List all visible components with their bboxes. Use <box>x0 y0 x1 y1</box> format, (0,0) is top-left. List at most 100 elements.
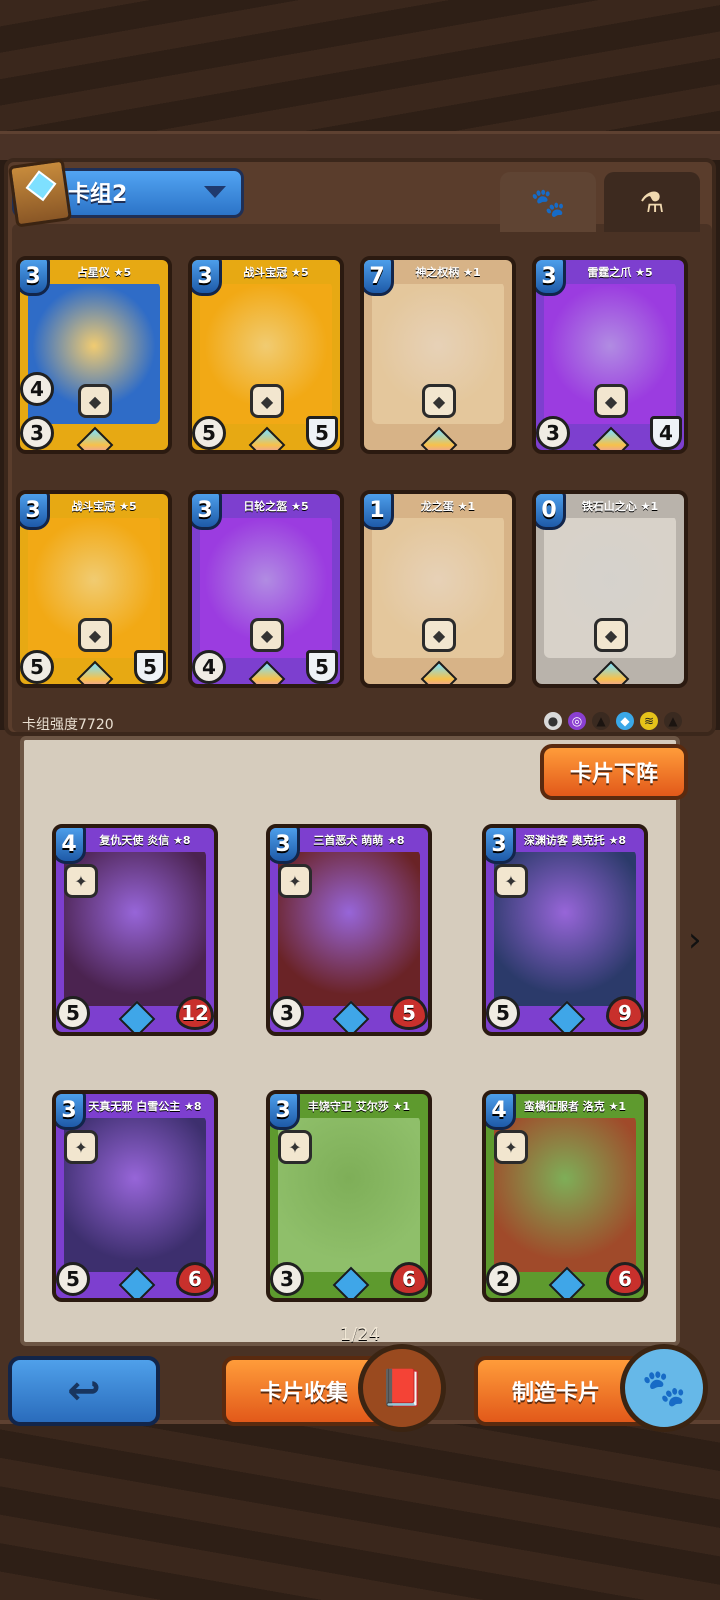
card-health: 12 <box>176 996 214 1030</box>
deck-card[interactable]: 神之权柄 ★1 7 ◆ <box>360 256 516 454</box>
card-health: 5 <box>390 996 428 1030</box>
epic-rarity-icon[interactable]: ◎ <box>568 712 586 730</box>
rarity-gem-icon <box>420 426 458 450</box>
card-shield: 4 <box>650 416 682 450</box>
collection-card[interactable]: 三首恶犬 萌萌 ★8 3 3 5 ✦ <box>266 824 432 1036</box>
collection-card[interactable]: 蛮横征服者 洛克 ★1 4 2 6 ✦ <box>482 1090 648 1302</box>
card-name: 战斗宝冠 ★5 <box>214 260 338 284</box>
ability-icon: ◆ <box>78 618 112 652</box>
card-cost: 3 <box>486 828 516 864</box>
ability-icon: ◆ <box>422 618 456 652</box>
card-attack: 5 <box>56 1262 90 1296</box>
card-shield: 5 <box>306 416 338 450</box>
deck-strength: 卡组强度7720 <box>22 717 114 733</box>
collection-card[interactable]: 深渊访客 奥克托 ★8 3 5 9 ✦ <box>482 824 648 1036</box>
card-name: 天真无邪 白雪公主 ★8 <box>78 1094 212 1118</box>
card-attack: 4 <box>192 650 226 684</box>
card-attack: 2 <box>486 1262 520 1296</box>
card-health: 6 <box>606 1262 644 1296</box>
card-cost: 4 <box>56 828 86 864</box>
collection-card[interactable]: 复仇天使 炎信 ★8 4 5 12 ✦ <box>52 824 218 1036</box>
card-attack: 5 <box>56 996 90 1030</box>
card-cost: 7 <box>364 260 394 296</box>
potion-icon[interactable]: ⚗ <box>604 172 700 232</box>
card-name: 蛮横征服者 洛克 ★1 <box>508 1094 642 1118</box>
deck-card[interactable]: 龙之蛋 ★1 1 ◆ <box>360 490 516 688</box>
ability-icon: ✦ <box>494 1130 528 1164</box>
paw-icon[interactable]: 🐾 <box>500 172 596 232</box>
deck-book-icon <box>7 158 73 228</box>
ability-icon: ◆ <box>250 384 284 418</box>
deck-card[interactable]: 占星仪 ★5 3 4 3 ◆ <box>16 256 172 454</box>
card-collection-label: 卡片收集 <box>260 1381 349 1406</box>
card-attack: 3 <box>270 1262 304 1296</box>
fire-element-icon[interactable]: ▲ <box>664 712 682 730</box>
top-wood-frame <box>0 0 720 160</box>
card-health: 6 <box>176 1262 214 1296</box>
back-arrow-icon: ↩ <box>67 1368 101 1414</box>
card-book-icon[interactable]: 📕 <box>358 1344 446 1432</box>
ability-icon: ✦ <box>64 1130 98 1164</box>
card-attack: 5 <box>192 416 226 450</box>
deck-selector-label: 卡组2 <box>68 182 128 207</box>
card-cost: 0 <box>536 494 566 530</box>
common-rarity-icon[interactable]: ● <box>544 712 562 730</box>
dark-element-icon[interactable]: ▲ <box>592 712 610 730</box>
ability-icon: ◆ <box>594 384 628 418</box>
card-shield: 5 <box>134 650 166 684</box>
rarity-gem-icon <box>420 660 458 684</box>
ability-icon: ✦ <box>494 864 528 898</box>
card-cost: 1 <box>364 494 394 530</box>
collection-card[interactable]: 天真无邪 白雪公主 ★8 3 5 6 ✦ <box>52 1090 218 1302</box>
rarity-gem-icon <box>248 426 286 450</box>
ability-icon: ✦ <box>64 864 98 898</box>
card-cost: 3 <box>56 1094 86 1130</box>
card-cost: 3 <box>270 1094 300 1130</box>
bottom-wood-frame <box>0 1420 720 1600</box>
ability-icon: ◆ <box>594 618 628 652</box>
paw-potion-icon[interactable]: 🐾 <box>620 1344 708 1432</box>
ability-icon: ◆ <box>78 384 112 418</box>
deck-card[interactable]: 战斗宝冠 ★5 3 5 5 ◆ <box>188 256 344 454</box>
card-name: 铁石山之心 ★1 <box>558 494 682 518</box>
lightning-element-icon[interactable]: ≋ <box>640 712 658 730</box>
card-name: 复仇天使 炎信 ★8 <box>78 828 212 852</box>
page-indicator: 1/24 <box>339 1324 381 1345</box>
next-page-arrow-icon[interactable]: › <box>688 920 702 960</box>
ability-icon: ◆ <box>422 384 456 418</box>
card-name: 占星仪 ★5 <box>42 260 166 284</box>
card-attack: 3 <box>536 416 570 450</box>
card-name: 深渊访客 奥克托 ★8 <box>508 828 642 852</box>
card-name: 丰饶守卫 艾尔莎 ★1 <box>292 1094 426 1118</box>
card-cost: 3 <box>20 494 50 530</box>
card-cost: 3 <box>270 828 300 864</box>
rarity-gem-icon <box>592 426 630 450</box>
craft-card-label: 制造卡片 <box>512 1381 601 1406</box>
rarity-filter-row: ● ◎ ▲ ◆ ≋ ▲ <box>544 712 682 730</box>
rarity-gem-icon <box>76 660 114 684</box>
deck-card[interactable]: 日轮之盔 ★5 3 4 5 ◆ <box>188 490 344 688</box>
card-cost: 4 <box>486 1094 516 1130</box>
collection-card[interactable]: 丰饶守卫 艾尔莎 ★1 3 3 6 ✦ <box>266 1090 432 1302</box>
ability-icon: ✦ <box>278 1130 312 1164</box>
card-name: 雷霆之爪 ★5 <box>558 260 682 284</box>
deck-card[interactable]: 战斗宝冠 ★5 3 5 5 ◆ <box>16 490 172 688</box>
rarity-gem-icon <box>248 660 286 684</box>
card-name: 三首恶犬 萌萌 ★8 <box>292 828 426 852</box>
ability-icon: ◆ <box>250 618 284 652</box>
ability-icon: ✦ <box>278 864 312 898</box>
card-stat-left: 4 <box>20 372 54 406</box>
card-health: 9 <box>606 996 644 1030</box>
card-health: 6 <box>390 1262 428 1296</box>
rarity-gem-icon <box>76 426 114 450</box>
card-cost: 3 <box>192 260 222 296</box>
water-element-icon[interactable]: ◆ <box>616 712 634 730</box>
card-attack: 5 <box>20 650 54 684</box>
deck-card[interactable]: 铁石山之心 ★1 0 ◆ <box>532 490 688 688</box>
back-button[interactable]: ↩ <box>8 1356 160 1426</box>
chevron-down-icon[interactable] <box>204 186 226 198</box>
card-cost: 3 <box>536 260 566 296</box>
deck-card[interactable]: 雷霆之爪 ★5 3 3 4 ◆ <box>532 256 688 454</box>
card-attack: 3 <box>20 416 54 450</box>
remove-card-button[interactable]: 卡片下阵 <box>540 744 688 800</box>
